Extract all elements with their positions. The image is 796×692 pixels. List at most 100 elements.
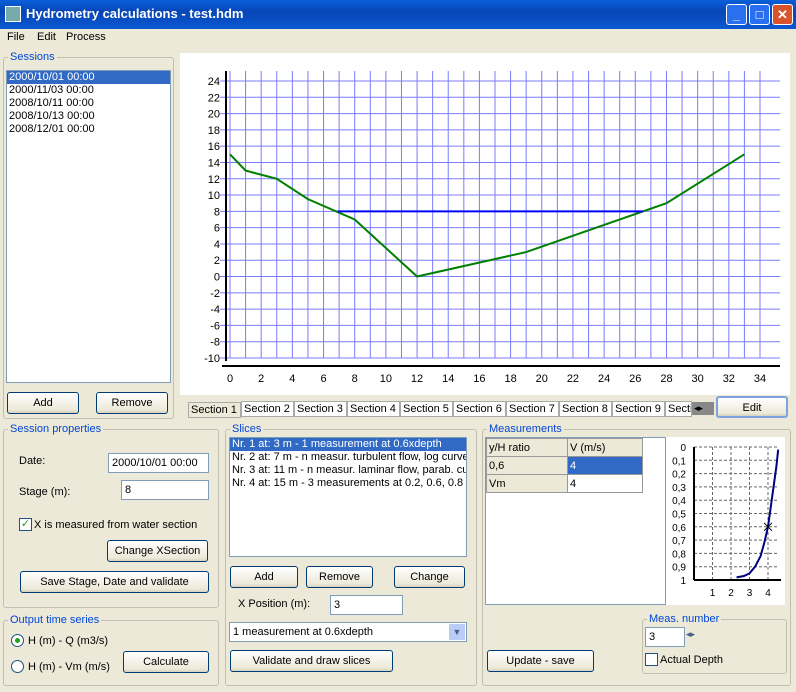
edit-section-button[interactable]: Edit xyxy=(716,396,788,418)
menu-process[interactable]: Process xyxy=(66,31,106,43)
menu-edit[interactable]: Edit xyxy=(37,31,56,43)
minimize-button[interactable]: _ xyxy=(726,4,747,25)
remove-session-button[interactable]: Remove xyxy=(96,392,168,414)
cross-section-chart: -10-8-6-4-20246810121416182022240 2 4 6 8 10 1… xyxy=(180,53,790,395)
change-xsection-button[interactable]: Change XSection xyxy=(107,540,208,562)
date-label: Date: xyxy=(19,455,46,467)
tab-section-3[interactable]: Section 3 xyxy=(294,401,347,417)
method-select-value: 1 measurement at 0.6xdepth xyxy=(233,626,374,638)
x-tick-label: 34 xyxy=(754,373,766,385)
session-item[interactable]: 2008/12/01 00:00 xyxy=(7,123,170,136)
tab-section-4[interactable]: Section 4 xyxy=(347,401,400,417)
tab-section-10[interactable]: Secti xyxy=(665,401,692,417)
y-tick-label: 22 xyxy=(208,92,220,104)
x-tick-label: 6 xyxy=(320,373,326,385)
meas-number-legend: Meas. number xyxy=(649,613,720,625)
slices-legend: Slices xyxy=(232,423,262,435)
y-tick-label: 2 xyxy=(214,255,220,267)
output-group: Output time series xyxy=(3,614,219,686)
remove-slice-button[interactable]: Remove xyxy=(306,566,373,588)
stage-input[interactable]: 8 xyxy=(121,480,209,500)
y-tick-label: 0,9 xyxy=(672,563,686,574)
x-tick-label: 2 xyxy=(728,588,734,599)
x-tick-label: 0 xyxy=(227,373,233,385)
x-tick-label: 28 xyxy=(660,373,672,385)
tab-section-6[interactable]: Section 6 xyxy=(453,401,506,417)
x-tick-label: 32 xyxy=(723,373,735,385)
sessions-legend: Sessions xyxy=(10,51,55,63)
x-tick-label: 24 xyxy=(598,373,610,385)
y-tick-label: -10 xyxy=(204,353,220,365)
tab-section-7[interactable]: Section 7 xyxy=(506,401,559,417)
slice-item[interactable]: Nr. 2 at: 7 m - n measur. turbulent flow… xyxy=(230,451,466,464)
tab-section-5[interactable]: Section 5 xyxy=(400,401,453,417)
y-tick-label: 6 xyxy=(214,223,220,235)
radio-h-q[interactable] xyxy=(11,634,24,647)
y-tick-label: 0 xyxy=(214,272,220,284)
x-tick-label: 18 xyxy=(504,373,516,385)
meas-number-input[interactable]: 3 xyxy=(645,627,685,647)
actual-depth-label: Actual Depth xyxy=(660,654,723,666)
menu-file[interactable]: File xyxy=(7,31,25,43)
cell[interactable]: 4 xyxy=(567,474,643,493)
chevron-down-icon[interactable]: ▼ xyxy=(449,624,465,640)
tab-section-9[interactable]: Section 9 xyxy=(612,401,665,417)
actual-depth-checkbox[interactable] xyxy=(645,653,658,666)
x-tick-label: 4 xyxy=(765,588,771,599)
measurements-legend: Measurements xyxy=(489,423,562,435)
close-button[interactable]: ✕ xyxy=(772,4,793,25)
measurements-grid[interactable]: y/H ratio V (m/s) 0,6 4 Vm 4 xyxy=(485,437,666,605)
x-tick-label: 8 xyxy=(352,373,358,385)
y-tick-label: 14 xyxy=(208,157,220,169)
y-tick-label: 0,3 xyxy=(672,483,686,494)
y-tick-label: 0,4 xyxy=(672,496,686,507)
x-tick-label: 4 xyxy=(289,373,295,385)
y-tick-label: 8 xyxy=(214,206,220,218)
slice-item[interactable]: Nr. 3 at: 11 m - n measur. laminar flow,… xyxy=(230,464,466,477)
save-stage-button[interactable]: Save Stage, Date and validate xyxy=(20,571,209,593)
session-item[interactable]: 2000/11/03 00:00 xyxy=(7,84,170,97)
sessions-list[interactable]: 2000/10/01 00:00 2000/11/03 00:00 2008/1… xyxy=(6,70,171,383)
cell[interactable]: 4 xyxy=(567,456,643,475)
tab-section-8[interactable]: Section 8 xyxy=(559,401,612,417)
tab-section-2[interactable]: Section 2 xyxy=(241,401,294,417)
y-tick-label: 18 xyxy=(208,125,220,137)
maximize-button[interactable]: □ xyxy=(749,4,770,25)
session-item[interactable]: 2000/10/01 00:00 xyxy=(7,71,170,84)
slices-list[interactable]: Nr. 1 at: 3 m - 1 measurement at 0.6xdep… xyxy=(229,437,467,557)
add-slice-button[interactable]: Add xyxy=(230,566,298,588)
tab-section-1[interactable]: Section 1 xyxy=(188,402,241,418)
y-tick-label: 12 xyxy=(208,174,220,186)
x-tick-label: 14 xyxy=(442,373,454,385)
radio-h-vm[interactable] xyxy=(11,660,24,673)
spinner-arrows[interactable]: ◂▸ xyxy=(686,629,700,644)
menu-bar: File Edit Process xyxy=(0,29,796,47)
velocity-profile-chart: 0 0,1 0,2 0,3 0,4 0,5 0,6 0,7 0,8 0,9 1 1 2 3 4 xyxy=(666,437,785,605)
session-item[interactable]: 2008/10/11 00:00 xyxy=(7,97,170,110)
x-tick-label: 1 xyxy=(710,588,716,599)
validate-slices-button[interactable]: Validate and draw slices xyxy=(230,650,393,672)
y-tick-label: 0,1 xyxy=(672,456,686,467)
date-input[interactable]: 2000/10/01 00:00 xyxy=(108,453,209,473)
header-yh: y/H ratio xyxy=(486,438,568,457)
session-item[interactable]: 2008/10/13 00:00 xyxy=(7,110,170,123)
y-tick-label: 0,5 xyxy=(672,510,686,521)
add-session-button[interactable]: Add xyxy=(7,392,79,414)
method-select[interactable]: 1 measurement at 0.6xdepth ▼ xyxy=(229,622,467,642)
y-tick-label: 0,6 xyxy=(672,523,686,534)
tab-scroll-arrows[interactable]: ◂▸ xyxy=(692,402,714,415)
change-slice-button[interactable]: Change xyxy=(394,566,465,588)
x-tick-label: 2 xyxy=(258,373,264,385)
x-measured-checkbox[interactable]: ✓ xyxy=(19,518,32,531)
session-properties-legend: Session properties xyxy=(10,423,102,435)
y-tick-label: 16 xyxy=(208,141,220,153)
x-tick-label: 16 xyxy=(473,373,485,385)
y-tick-label: -8 xyxy=(210,337,220,349)
slice-item[interactable]: Nr. 4 at: 15 m - 3 measurements at 0.2, … xyxy=(230,477,466,490)
calculate-button[interactable]: Calculate xyxy=(123,651,209,673)
x-tick-label: 20 xyxy=(536,373,548,385)
app-icon xyxy=(5,6,21,22)
x-position-input[interactable]: 3 xyxy=(330,595,403,615)
update-save-button[interactable]: Update - save xyxy=(487,650,594,672)
slice-item[interactable]: Nr. 1 at: 3 m - 1 measurement at 0.6xdep… xyxy=(230,438,466,451)
